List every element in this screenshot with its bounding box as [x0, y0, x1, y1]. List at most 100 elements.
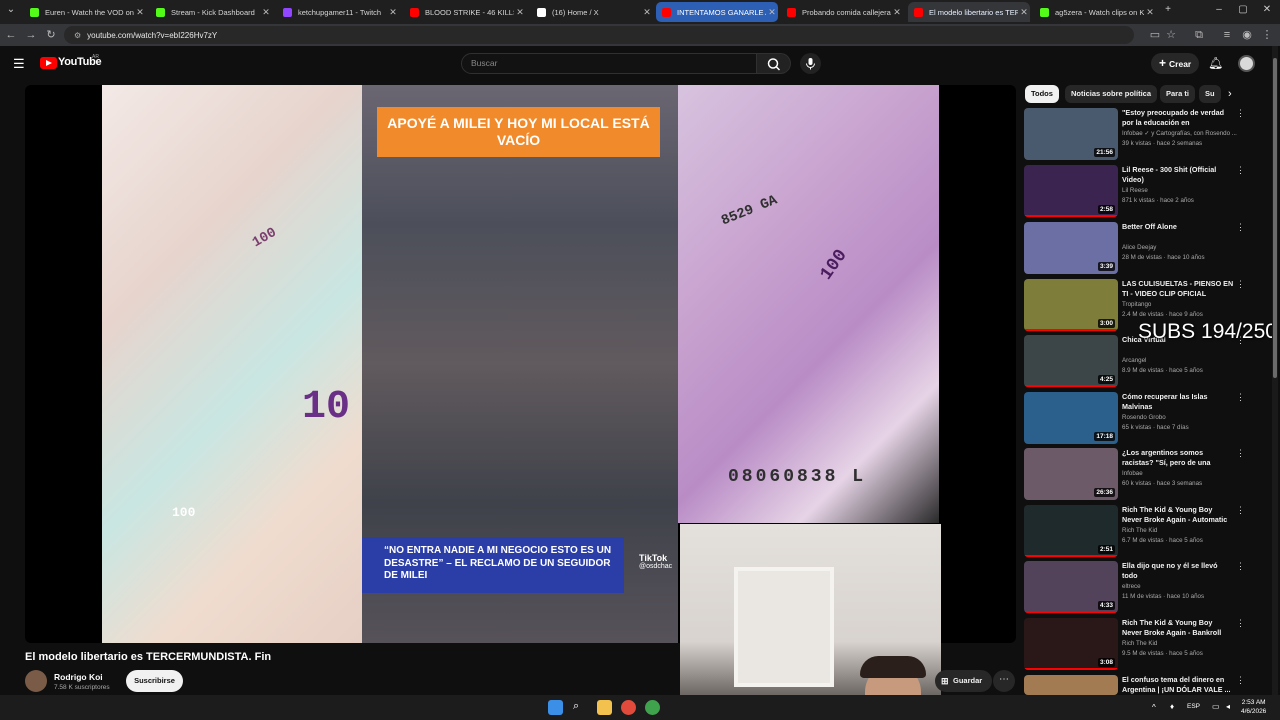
recommendation-thumbnail[interactable]: 4:25 [1024, 335, 1118, 387]
recommendation-title[interactable]: Better Off Alone [1122, 222, 1234, 232]
recommendation-channel[interactable]: eltrece [1122, 583, 1247, 590]
browser-tab[interactable]: INTENTAMOS GANARLE A UN✕ [656, 2, 778, 22]
hamburger-menu-icon[interactable]: ☰ [13, 56, 25, 72]
extensions-icon[interactable]: ⧉ [1192, 28, 1206, 42]
recommendation-menu-icon[interactable]: ⋮ [1236, 618, 1245, 629]
reload-icon[interactable]: ↻ [44, 28, 58, 42]
recommendation-thumbnail[interactable] [1024, 675, 1118, 695]
recommendation-menu-icon[interactable]: ⋮ [1236, 222, 1245, 233]
tab-search-icon[interactable]: ⌄ [4, 4, 18, 15]
recommendation-item[interactable]: El confuso tema del dinero en Argentina … [1024, 675, 1254, 695]
tab-close-icon[interactable]: ✕ [641, 7, 653, 18]
taskbar-clock[interactable]: 2:53 AM 4/6/2026 [1241, 698, 1266, 716]
recommendation-item[interactable]: 3:08 Rich The Kid & Young Boy Never Broke… [1024, 618, 1254, 670]
tray-volume-icon[interactable]: ◂ [1226, 702, 1230, 711]
chip-noticias[interactable]: Noticias sobre política [1065, 85, 1158, 103]
tab-close-icon[interactable]: ✕ [891, 7, 903, 18]
taskbar-search-icon[interactable]: ⌕ [573, 700, 588, 715]
search-input[interactable]: Buscar [461, 53, 757, 74]
media-icon[interactable]: ≡ [1220, 28, 1234, 42]
chip-todos[interactable]: Todos [1025, 85, 1059, 103]
tray-mic-icon[interactable]: ♦ [1170, 702, 1174, 711]
recommendation-title[interactable]: "Estoy preocupado de verdad por la educa… [1122, 108, 1234, 128]
recommendation-menu-icon[interactable]: ⋮ [1236, 108, 1245, 119]
taskbar-language[interactable]: ESP [1187, 703, 1200, 710]
recommendation-item[interactable]: 2:58 Lil Reese - 300 Shit (Official Video… [1024, 165, 1254, 217]
file-explorer-icon[interactable] [597, 700, 612, 715]
recommendation-thumbnail[interactable]: 3:08 [1024, 618, 1118, 670]
recommendation-thumbnail[interactable]: 4:33 [1024, 561, 1118, 613]
recommendation-title[interactable]: Rich The Kid & Young Boy Never Broke Aga… [1122, 505, 1234, 525]
bookmark-star-icon[interactable]: ☆ [1164, 28, 1178, 42]
chip-para-ti[interactable]: Para ti [1160, 85, 1195, 103]
recommendation-thumbnail[interactable]: 3:39 [1024, 222, 1118, 274]
subscribe-button[interactable]: Suscribirse [126, 670, 183, 692]
tab-close-icon[interactable]: ✕ [1018, 7, 1030, 18]
maximize-icon[interactable]: ▢ [1236, 4, 1250, 15]
voice-search-button[interactable] [800, 53, 821, 74]
start-windows-icon[interactable] [548, 700, 563, 715]
recommendation-thumbnail[interactable]: 21:56 [1024, 108, 1118, 160]
recommendation-title[interactable]: Ella dijo que no y él se llevó todo [1122, 561, 1234, 580]
browser-tab[interactable]: Probando comida callejera en✕ [781, 2, 903, 22]
new-tab-button[interactable]: + [1161, 4, 1175, 15]
recommendation-title[interactable]: LAS CULISUELTAS - PIENSO EN TI - VIDEO C… [1122, 279, 1234, 298]
recommendation-item[interactable]: 21:56 "Estoy preocupado de verdad por la … [1024, 108, 1254, 160]
browser-tab[interactable]: Stream - Kick Dashboard ✕ [150, 2, 272, 22]
chip-partial[interactable]: Su [1199, 85, 1221, 103]
recommendation-channel[interactable]: Infobae [1122, 470, 1247, 477]
recommendation-item[interactable]: 17:18 Cómo recuperar las Islas Malvinas Ro… [1024, 392, 1254, 444]
browser-tab[interactable]: Euren - Watch the VOD on Kick✕ [24, 2, 146, 22]
recommendation-title[interactable]: Cómo recuperar las Islas Malvinas [1122, 392, 1234, 411]
recommendation-channel[interactable]: Rich The Kid [1122, 640, 1247, 647]
recommendation-item[interactable]: 2:51 Rich The Kid & Young Boy Never Broke… [1024, 505, 1254, 557]
page-scrollbar-thumb[interactable] [1273, 58, 1277, 378]
tab-close-icon[interactable]: ✕ [260, 7, 272, 18]
recommendation-menu-icon[interactable]: ⋮ [1236, 561, 1245, 572]
browser-tab[interactable]: ketchupgamer11 - Twitch ✕ [277, 2, 399, 22]
tab-close-icon[interactable]: ✕ [387, 7, 399, 18]
cast-icon[interactable]: ▭ [1148, 28, 1162, 42]
save-button[interactable]: ⊞ Guardar [935, 670, 993, 692]
notifications-bell-icon[interactable]: 🔔︎ [1208, 56, 1223, 70]
tray-expand-icon[interactable]: ^ [1152, 703, 1156, 712]
recommendation-menu-icon[interactable]: ⋮ [1236, 165, 1245, 176]
recommendation-title[interactable]: Rich The Kid & Young Boy Never Broke Aga… [1122, 618, 1234, 638]
recommendation-title[interactable]: Lil Reese - 300 Shit (Official Video) [1122, 165, 1234, 184]
chrome-profile-icon[interactable] [645, 700, 660, 715]
youtube-logo-icon[interactable] [40, 57, 57, 69]
browser-tab[interactable]: BLOOD STRIKE - 46 KILLS - N✕ [404, 2, 526, 22]
recommendation-menu-icon[interactable]: ⋮ [1236, 392, 1245, 403]
recommendation-item[interactable]: 3:39 Better Off Alone Alice Deejay 28 M de … [1024, 222, 1254, 274]
forward-icon[interactable]: → [24, 28, 38, 42]
recommendation-channel[interactable]: Infobae ✓ y Cartografías, con Rosendo ..… [1122, 130, 1247, 137]
recommendation-channel[interactable]: Arcangel [1122, 357, 1247, 364]
more-actions-button[interactable]: ⋯ [993, 670, 1015, 692]
tab-close-icon[interactable]: ✕ [766, 7, 778, 18]
close-window-icon[interactable]: ✕ [1260, 4, 1274, 15]
recommendation-thumbnail[interactable]: 26:36 [1024, 448, 1118, 500]
account-avatar[interactable] [1238, 55, 1255, 72]
address-bar[interactable]: ⚙ youtube.com/watch?v=ebI226Hv7zY [64, 26, 1134, 44]
recommendation-channel[interactable]: Rosendo Grobo [1122, 414, 1247, 421]
recommendation-title[interactable]: El confuso tema del dinero en Argentina … [1122, 675, 1234, 694]
tab-close-icon[interactable]: ✕ [1144, 7, 1156, 18]
channel-avatar[interactable] [25, 670, 47, 692]
recommendation-menu-icon[interactable]: ⋮ [1236, 279, 1245, 290]
recommendation-channel[interactable]: Tropitango [1122, 301, 1247, 308]
recommendation-title[interactable]: ¿Los argentinos somos racistas? "Sí, per… [1122, 448, 1234, 468]
browser-tab[interactable]: El modelo libertario es TERCER✕ [908, 2, 1030, 22]
recommendation-thumbnail[interactable]: 2:51 [1024, 505, 1118, 557]
site-info-icon[interactable]: ⚙ [74, 31, 81, 40]
recommendation-item[interactable]: 4:33 Ella dijo que no y él se llevó todo e… [1024, 561, 1254, 613]
browser-menu-icon[interactable]: ⋮ [1260, 28, 1274, 42]
create-button[interactable]: + Crear [1151, 53, 1200, 74]
recommendation-item[interactable]: 26:36 ¿Los argentinos somos racistas? "Sí… [1024, 448, 1254, 500]
tab-close-icon[interactable]: ✕ [514, 7, 526, 18]
search-button[interactable] [757, 53, 791, 74]
chrome-icon[interactable] [621, 700, 636, 715]
recommendation-channel[interactable]: Lil Reese [1122, 187, 1247, 194]
recommendation-thumbnail[interactable]: 3:00 [1024, 279, 1118, 331]
recommendation-menu-icon[interactable]: ⋮ [1236, 505, 1245, 516]
minimize-icon[interactable]: – [1212, 4, 1226, 15]
